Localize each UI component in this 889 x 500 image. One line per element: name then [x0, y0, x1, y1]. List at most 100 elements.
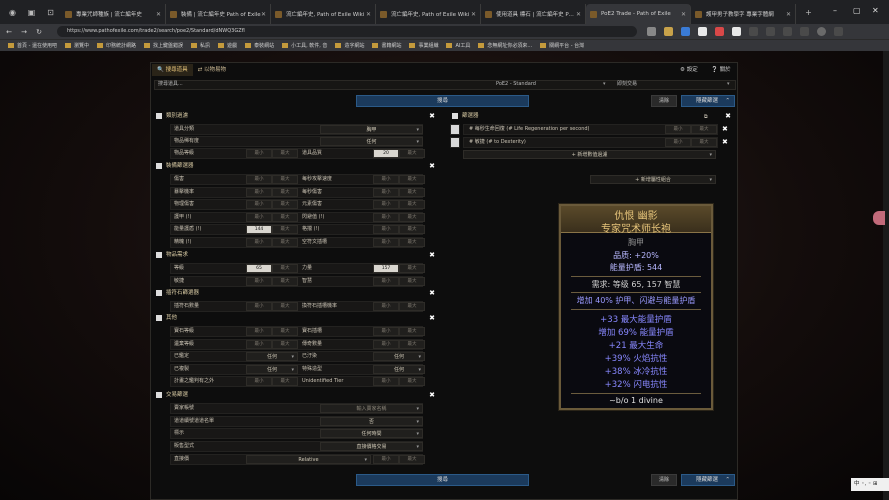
filter-max-input[interactable]: 最大: [272, 212, 298, 222]
filter-max-input[interactable]: 最大: [272, 187, 298, 197]
section-checkbox[interactable]: [156, 112, 162, 119]
tab-close-icon[interactable]: ✕: [576, 11, 581, 18]
workspaces-icon[interactable]: ▣: [25, 6, 38, 19]
downloads-icon[interactable]: [800, 27, 809, 36]
filter-min-input[interactable]: 最小: [246, 327, 272, 336]
filter-max-input[interactable]: 最大: [272, 264, 298, 273]
hide-filters-button-bottom[interactable]: 隱藏篩選 ⌃: [681, 474, 735, 486]
extension-icon[interactable]: [715, 27, 724, 36]
browser-tab[interactable]: 護甲男子教學字 專業字體網 ✕: [691, 4, 796, 24]
filter-max-input[interactable]: 最大: [399, 187, 425, 197]
add-stat-group-button[interactable]: + 新增屬性組合: [590, 175, 716, 184]
filter-max-input[interactable]: 最大: [399, 225, 425, 235]
search-button[interactable]: 搜尋: [356, 95, 529, 107]
tab-search[interactable]: 🔍 搜尋道具: [152, 64, 193, 76]
browser-tab[interactable]: PoE2 Trade - Path of Exile ✕: [586, 4, 691, 24]
filter-min-input[interactable]: 20: [373, 149, 399, 158]
settings-button[interactable]: ⚙ 設定: [680, 64, 698, 76]
league-select[interactable]: PoE2 - Standard: [496, 80, 536, 89]
stat-max-input[interactable]: 最大: [691, 138, 717, 147]
filter-min-input[interactable]: 最小: [373, 455, 399, 464]
filter-min-input[interactable]: 最小: [246, 238, 272, 247]
filter-min-input[interactable]: 最小: [373, 187, 399, 197]
tab-actions-icon[interactable]: ⊡: [44, 6, 57, 19]
new-tab-button[interactable]: +: [802, 6, 815, 19]
misc-select[interactable]: 任何: [246, 352, 298, 362]
section-checkbox[interactable]: [156, 289, 162, 296]
filter-max-input[interactable]: 最大: [272, 339, 298, 349]
clear-button-bottom[interactable]: 清除: [651, 474, 677, 486]
trade-select[interactable]: 直接價格交易: [320, 441, 423, 451]
filter-max-input[interactable]: 最大: [272, 277, 298, 286]
bookmark-item[interactable]: 找上鍵盤錯誤: [144, 42, 183, 49]
sidebar-toggle-icon[interactable]: [873, 211, 885, 225]
filter-min-input[interactable]: 最小: [373, 302, 399, 311]
filter-min-input[interactable]: 最小: [246, 302, 272, 311]
filter-min-input[interactable]: 最小: [373, 377, 399, 387]
filter-min-input[interactable]: 144: [246, 225, 272, 235]
maximize-icon[interactable]: ▢: [853, 6, 861, 15]
url-input[interactable]: https://www.pathofexile.com/trade2/searc…: [57, 26, 637, 37]
ime-widget[interactable]: 中 ◦, ◦ ⊞: [851, 478, 889, 491]
favorites-icon[interactable]: [766, 27, 775, 36]
bookmark-item[interactable]: 造字網站: [335, 42, 364, 49]
status-select[interactable]: 即刻交易: [617, 80, 637, 89]
filter-max-input[interactable]: 最大: [272, 175, 298, 184]
filter-min-input[interactable]: 最小: [246, 175, 272, 184]
remove-stat-icon[interactable]: ✖: [722, 137, 728, 148]
tab-close-icon[interactable]: ✕: [366, 11, 371, 18]
close-icon[interactable]: ✖: [429, 314, 435, 323]
hide-filters-button[interactable]: 隱藏篩選 ⌃: [681, 95, 735, 107]
bookmark-item[interactable]: 泰裝網站: [245, 42, 274, 49]
filter-min-input[interactable]: 最小: [246, 339, 272, 349]
about-button[interactable]: ❔ 關於: [711, 64, 731, 76]
extension-icon[interactable]: [681, 27, 690, 36]
favorite-icon[interactable]: [664, 27, 673, 36]
tab-exchange[interactable]: ⇄ 以物易物: [193, 64, 231, 76]
bookmark-item[interactable]: 印務統計網路: [97, 42, 136, 49]
extension-icon[interactable]: [732, 27, 741, 36]
browser-tab[interactable]: 流亡編年史, Path of Exile Wiki ✕: [271, 4, 376, 24]
bookmark-item[interactable]: 首頁 - 還在使用吧: [8, 42, 57, 49]
page-scrollbar[interactable]: [883, 51, 889, 500]
filter-max-input[interactable]: 最大: [272, 327, 298, 336]
filter-min-input[interactable]: 最小: [246, 277, 272, 286]
remove-stat-icon[interactable]: ✖: [722, 124, 728, 135]
filter-max-input[interactable]: 最大: [399, 200, 425, 210]
section-checkbox[interactable]: [156, 251, 162, 258]
filter-min-input[interactable]: 最小: [246, 200, 272, 210]
clear-button[interactable]: 清除: [651, 95, 677, 107]
filter-min-input[interactable]: 65: [246, 264, 272, 273]
section-checkbox[interactable]: [452, 112, 458, 119]
seller-input[interactable]: 輸入賣家名稱: [320, 404, 423, 413]
search-button-bottom[interactable]: 搜尋: [356, 474, 529, 486]
tab-close-icon[interactable]: ✕: [156, 11, 161, 18]
stat-checkbox[interactable]: [450, 124, 460, 135]
close-icon[interactable]: ✖: [429, 391, 435, 400]
bookmark-item[interactable]: 私訊: [191, 42, 210, 49]
stat-min-input[interactable]: 最小: [665, 138, 691, 147]
bookmark-item[interactable]: 關網平台 - 台灣: [540, 42, 584, 49]
rarity-select[interactable]: 任何: [320, 137, 423, 146]
tab-close-icon[interactable]: ✕: [471, 11, 476, 18]
close-icon[interactable]: ✖: [429, 251, 435, 260]
price-mode-select[interactable]: Relative: [246, 455, 371, 464]
browser-tab[interactable]: 專業咒師種族 | 流亡編年史 ✕: [61, 4, 166, 24]
browser-tab[interactable]: 流亡編年史, Path of Exile Wiki ✕: [376, 4, 481, 24]
avatar[interactable]: [817, 27, 826, 36]
filter-min-input[interactable]: 最小: [373, 327, 399, 336]
filter-min-input[interactable]: 最小: [373, 200, 399, 210]
filter-min-input[interactable]: 最小: [373, 225, 399, 235]
filter-max-input[interactable]: 最大: [399, 277, 425, 286]
bookmark-item[interactable]: 瀏覽中: [64, 42, 89, 49]
filter-max-input[interactable]: 最大: [272, 377, 298, 387]
bookmark-item[interactable]: AI工具: [446, 42, 470, 49]
profile-icon[interactable]: ◉: [6, 6, 19, 19]
filter-min-input[interactable]: 最小: [373, 238, 399, 247]
zoom-icon[interactable]: [647, 27, 656, 36]
filter-max-input[interactable]: 最大: [399, 327, 425, 336]
filter-max-input[interactable]: 最大: [399, 238, 425, 247]
filter-max-input[interactable]: 最大: [399, 377, 425, 387]
filter-max-input[interactable]: 最大: [272, 238, 298, 247]
tab-close-icon[interactable]: ✕: [786, 11, 791, 18]
